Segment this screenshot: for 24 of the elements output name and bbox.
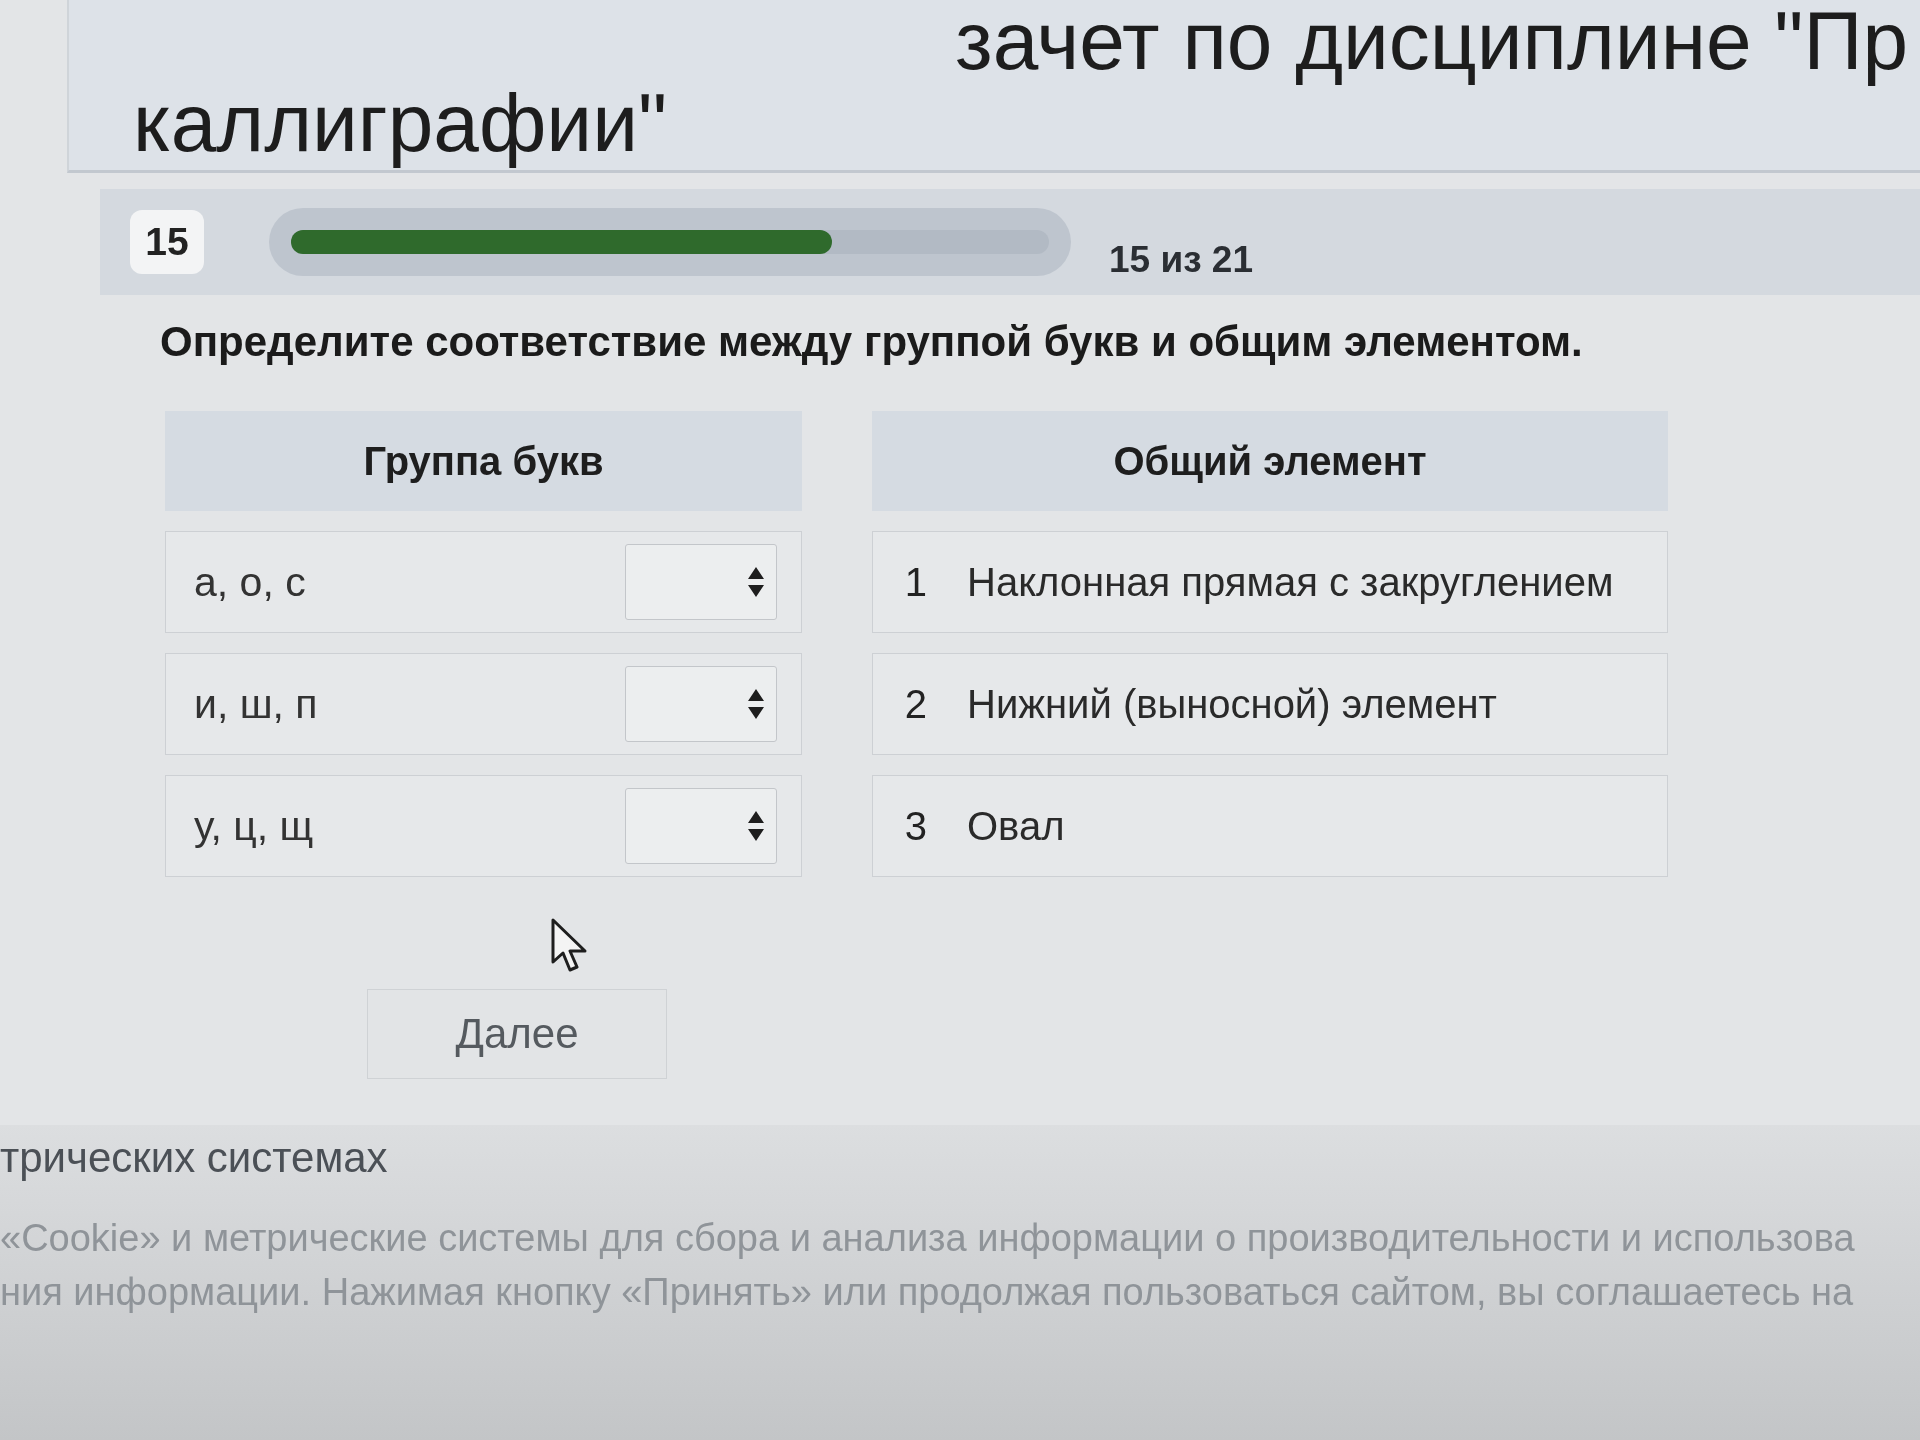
letter-group: у, ц, щ [194, 802, 314, 850]
cookie-heading: трических системах [0, 1133, 389, 1183]
up-down-arrows-icon [748, 689, 764, 719]
option-number: 3 [903, 803, 927, 849]
answer-select[interactable] [625, 666, 777, 742]
up-down-arrows-icon [748, 567, 764, 597]
column-header: Общий элемент [872, 411, 1668, 511]
cookie-text: ния информации. Нажимая кнопку «Принять» или продолжая пользоваться сайтом, вы соглашаетесь на [0, 1270, 1855, 1315]
letter-group: а, о, с [194, 558, 306, 606]
answer-select[interactable] [625, 544, 777, 620]
option-number: 2 [903, 681, 927, 727]
answer-select[interactable] [625, 788, 777, 864]
next-button[interactable]: Далее [367, 989, 667, 1079]
option-text: Наклонная прямая с закруглением [967, 559, 1614, 605]
cookie-text: «Cookie» и метрические системы для сбора и анализа информации о производительности и использова [0, 1216, 1856, 1261]
option-text: Нижний (выносной) элемент [967, 681, 1497, 727]
option-text: Овал [967, 803, 1065, 849]
letter-group: и, ш, п [194, 680, 318, 728]
up-down-arrows-icon [748, 811, 764, 841]
column-header: Группа букв [165, 411, 802, 511]
progress-counter: 15 из 21 [1109, 239, 1253, 281]
option-number: 1 [903, 559, 927, 605]
question-number: 15 [130, 210, 204, 274]
question-text: Определите соответствие между группой букв и общим элементом. [160, 317, 1584, 367]
